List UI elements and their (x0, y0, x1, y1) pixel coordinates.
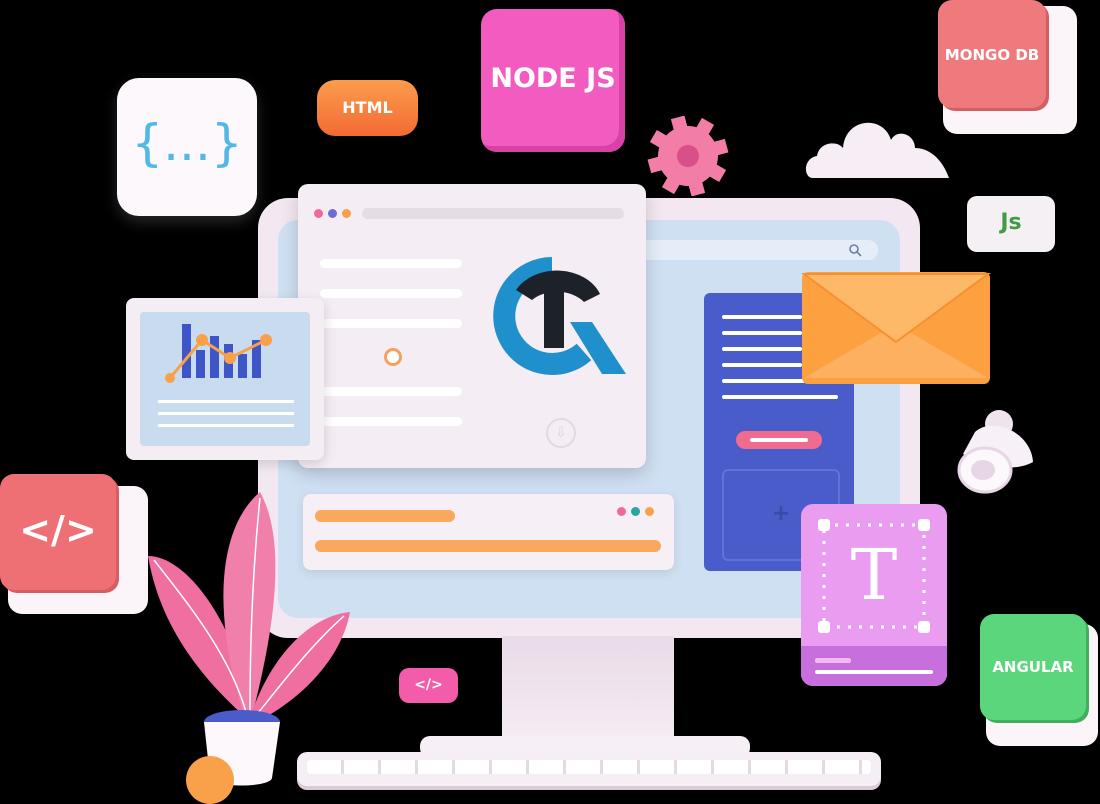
search-icon (849, 244, 862, 257)
panel-dot-pink[interactable] (617, 507, 626, 516)
text-line (722, 363, 802, 367)
window-title-bar (362, 208, 624, 219)
text-line (320, 259, 462, 268)
bar-chart-icon (165, 324, 272, 383)
mongodb-tile[interactable]: MONGO DB (938, 0, 1046, 108)
angular-tile[interactable]: ANGULAR (980, 614, 1086, 720)
plant-illustration (148, 492, 350, 804)
js-tile[interactable]: Js (967, 196, 1055, 252)
chart-card (126, 298, 324, 460)
js-label: Js (1000, 210, 1022, 235)
text-line (158, 424, 294, 427)
text-line (320, 319, 462, 328)
text-line (320, 417, 462, 426)
text-line (158, 400, 294, 403)
angular-label: ANGULAR (992, 658, 1074, 676)
text-tool-tile[interactable]: T (801, 504, 947, 686)
text-line (722, 347, 802, 351)
html-tile[interactable]: HTML (317, 80, 418, 136)
mongodb-label: MONGO DB (944, 46, 1040, 64)
code-tile[interactable]: </> (0, 474, 116, 590)
code-tag-small-tile[interactable]: </> (399, 668, 458, 703)
text-line (815, 658, 851, 663)
window-dot-orange[interactable] (342, 209, 351, 218)
text-line (158, 412, 294, 415)
panel-button[interactable] (736, 431, 822, 449)
text-tile-footer (801, 646, 947, 686)
window-dot-red[interactable] (314, 209, 323, 218)
text-line (722, 395, 838, 399)
html-label: HTML (342, 98, 393, 117)
text-line (722, 315, 802, 319)
panel-dot-teal[interactable] (631, 507, 640, 516)
code-tag-small-label: </> (414, 677, 443, 693)
window-dot-purple[interactable] (328, 209, 337, 218)
panel-dot-orange[interactable] (645, 507, 654, 516)
button-line (750, 438, 808, 442)
cloud-icon (805, 122, 949, 178)
text-line (815, 670, 933, 674)
progress-bar-long (315, 540, 661, 552)
radio-button[interactable] (384, 348, 402, 366)
download-icon[interactable]: ⇩ (546, 418, 576, 448)
keyboard[interactable] (297, 752, 881, 786)
gear-icon (647, 116, 729, 196)
text-line (320, 289, 462, 298)
text-line (722, 331, 802, 335)
json-braces-label: {...} (131, 114, 243, 172)
text-icon-label: T (850, 534, 898, 616)
code-tag-label: </> (19, 508, 97, 552)
tq-logo (493, 257, 626, 375)
nodejs-label: NODE JS (490, 63, 616, 94)
keyboard-keys (307, 760, 871, 774)
text-line (320, 387, 462, 396)
json-braces-tile[interactable]: {...} (117, 78, 257, 216)
browser-window: ⇩ (298, 184, 646, 468)
nodejs-tile[interactable]: NODE JS (481, 9, 625, 152)
notification-bell-icon (957, 410, 1033, 494)
envelope-icon (800, 272, 992, 384)
